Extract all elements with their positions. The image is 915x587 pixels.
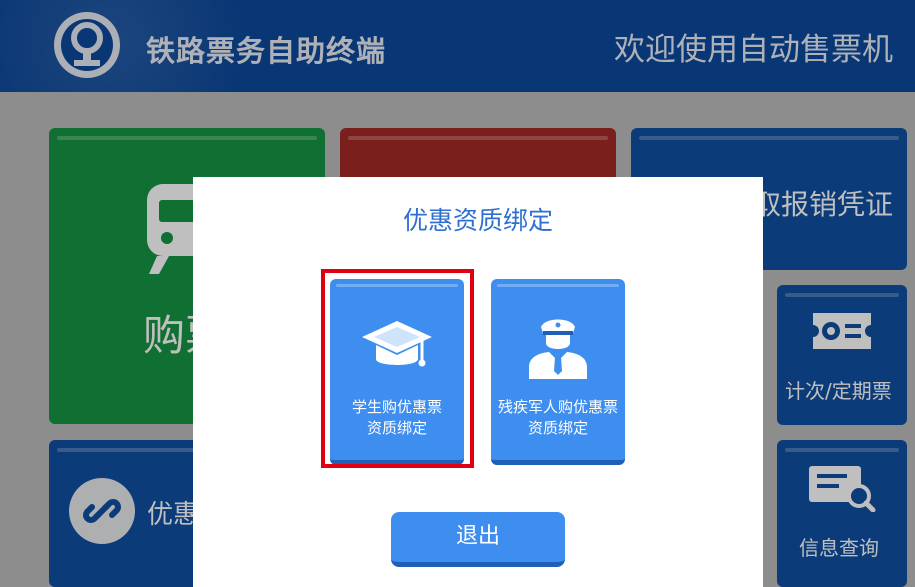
student-option-label: 学生购优惠票 资质绑定: [330, 397, 464, 439]
student-option-line1: 学生购优惠票: [351, 398, 442, 416]
discount-binding-dialog: 优惠资质绑定 学生购优惠票 资质绑定 残疾军人购优惠票 资质绑定 退出: [193, 177, 763, 587]
student-discount-binding-button[interactable]: 学生购优惠票 资质绑定: [330, 279, 464, 465]
military-option-line1: 残疾军人购优惠票: [497, 398, 618, 416]
officer-icon: [529, 319, 587, 379]
military-option-label: 残疾军人购优惠票 资质绑定: [491, 397, 625, 439]
student-option-line2: 资质绑定: [366, 419, 427, 437]
military-option-line2: 资质绑定: [527, 419, 588, 437]
disabled-military-discount-binding-button[interactable]: 残疾军人购优惠票 资质绑定: [491, 279, 625, 465]
exit-button[interactable]: 退出: [391, 512, 565, 567]
dialog-title: 优惠资质绑定: [402, 206, 553, 235]
graduation-cap-icon: [362, 321, 432, 367]
